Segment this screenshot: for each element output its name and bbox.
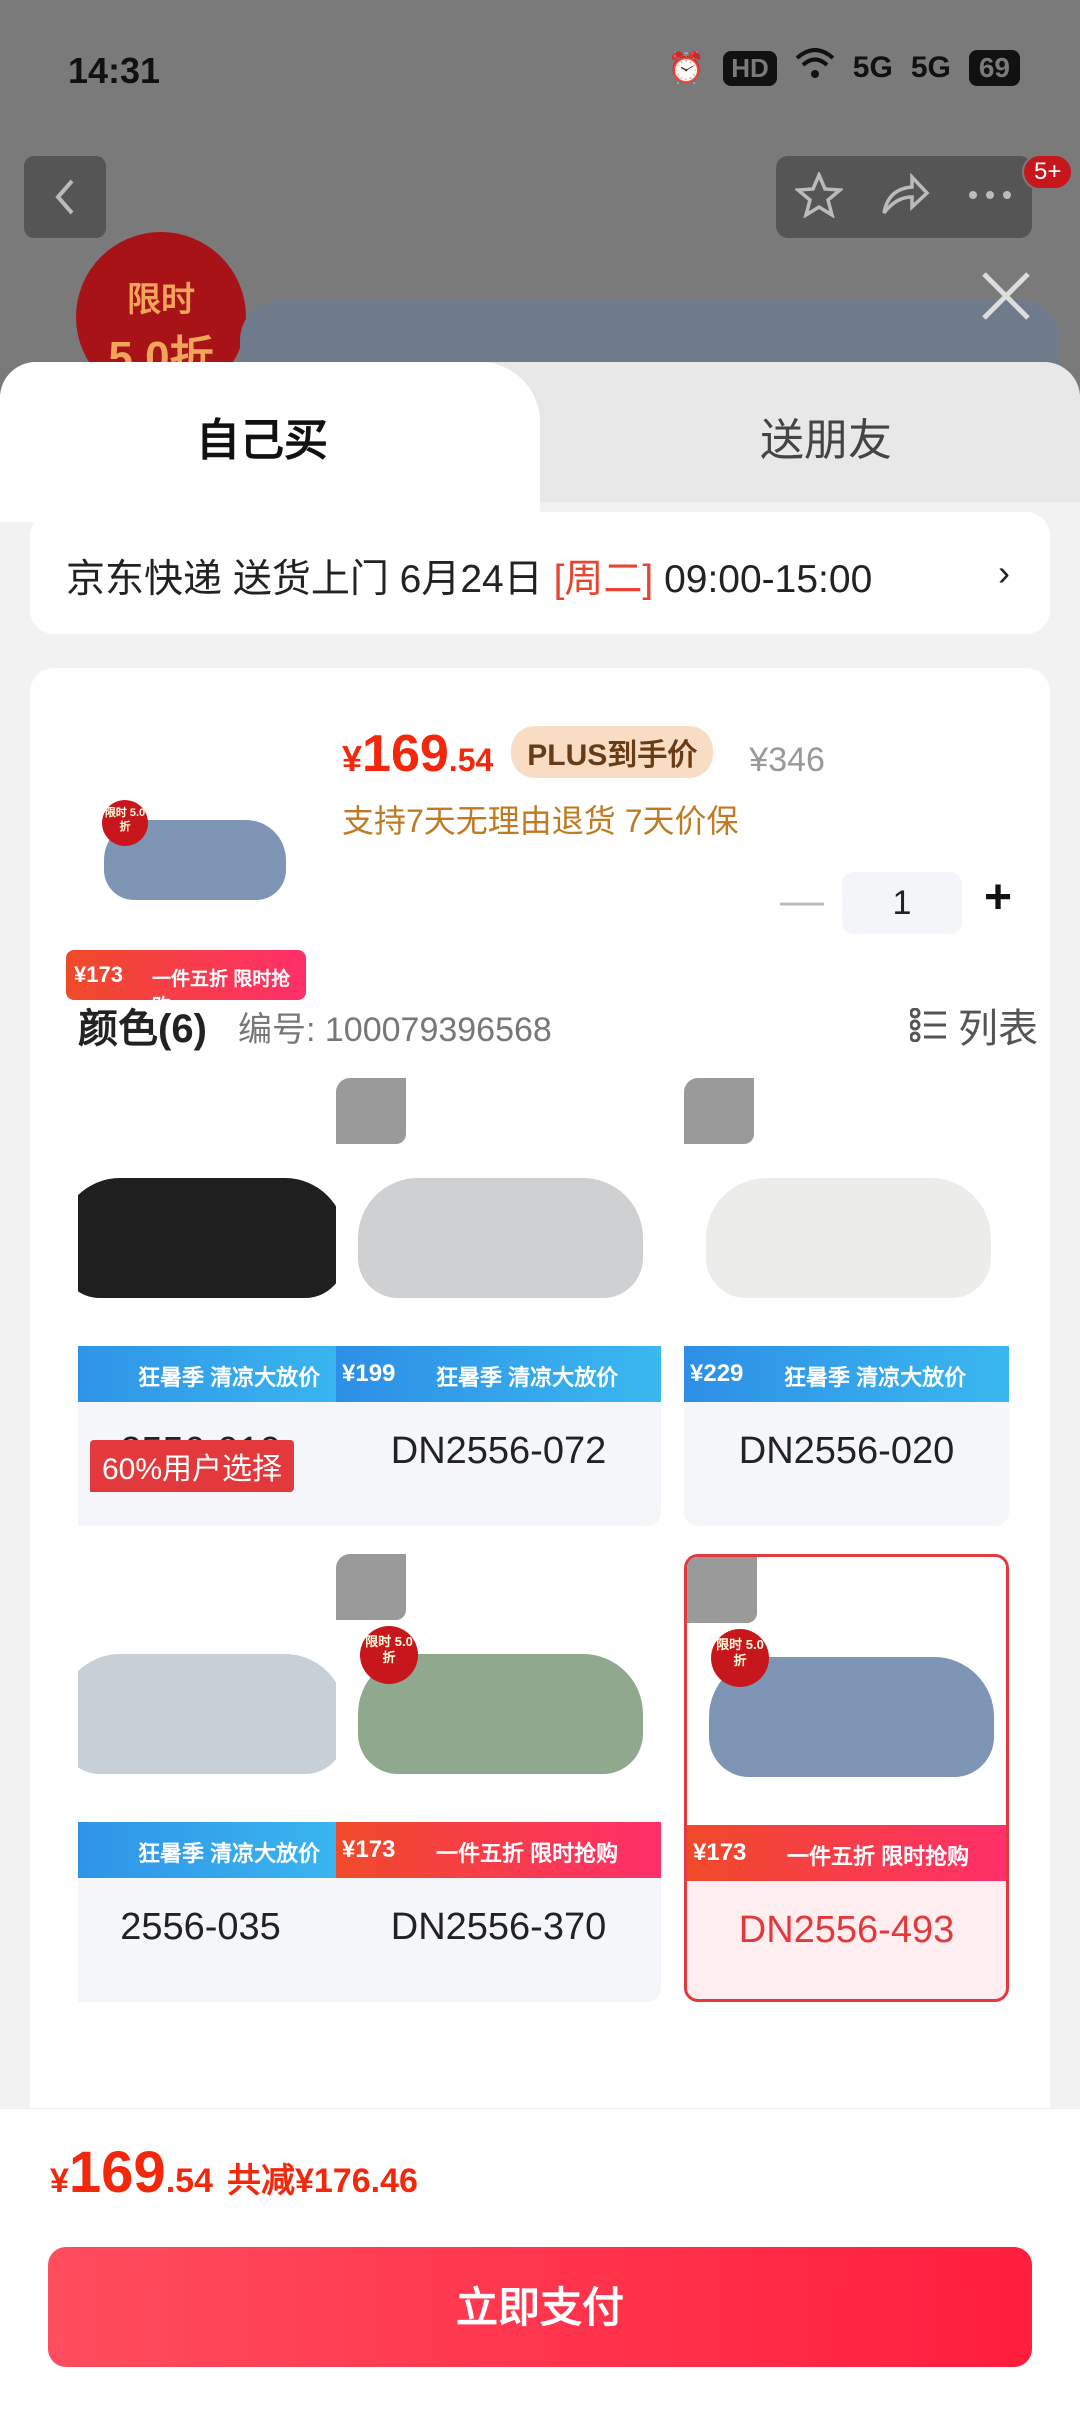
color-header: 颜色(6) 编号: 100079396568 列表 xyxy=(78,996,1038,1056)
chevron-left-icon xyxy=(55,179,74,215)
delivery-weekday: [周二] xyxy=(553,558,654,601)
back-button[interactable] xyxy=(24,156,106,238)
expand-icon[interactable] xyxy=(336,1554,406,1620)
share-icon xyxy=(882,172,930,214)
variant-promo-banner: 狂暑季 清凉大放价 xyxy=(78,1346,363,1402)
share-button[interactable] xyxy=(880,172,930,222)
tab-gift-to-friend[interactable]: 送朋友 xyxy=(760,404,892,468)
delivery-info[interactable]: 京东快递 送货上门 6月24日 [周二] 09:00-15:00 › xyxy=(30,512,1050,634)
list-view-label: 列表 xyxy=(958,1007,1038,1051)
flash-sale-mini-badge: 限时 5.0折 xyxy=(102,800,148,846)
current-price: ¥169.54 xyxy=(342,725,494,783)
decrease-button[interactable]: — xyxy=(778,876,826,926)
tab-bar: 自己买 送朋友 xyxy=(0,362,1080,522)
variant-image xyxy=(78,1178,345,1298)
pay-now-button[interactable]: 立即支付 xyxy=(48,2247,1032,2367)
variant-code: DN2556-072 xyxy=(390,1430,607,1472)
variant-promo-banner: ¥173 一件五折 限时抢购 xyxy=(687,1825,1006,1881)
plus-price-tag: PLUS到手价 xyxy=(511,726,714,778)
message-badge: 5+ xyxy=(1022,154,1074,190)
wifi-icon xyxy=(795,48,835,88)
total-price: ¥169.54 共减¥176.46 xyxy=(50,2140,418,2205)
color-title: 颜色(6) xyxy=(78,1007,207,1051)
variant-code: DN2556-370 xyxy=(390,1906,607,1948)
flash-sale-mini-badge: 限时 5.0折 xyxy=(360,1626,418,1684)
flash-sale-top: 限时 xyxy=(127,281,195,319)
signal-icon: 5G xyxy=(852,51,893,84)
more-button[interactable] xyxy=(967,188,1013,206)
service-promises: 支持7天无理由退货 7天价保 xyxy=(342,803,739,839)
variant-grid: 狂暑季 清凉大放价 2556-010 ¥199狂暑季 清凉大放价 DN2556-… xyxy=(78,1078,1018,2018)
quantity-input[interactable]: 1 xyxy=(842,872,962,934)
close-icon xyxy=(982,272,1030,320)
flash-sale-mini-badge: 限时 5.0折 xyxy=(711,1629,769,1687)
more-icon xyxy=(969,191,1012,199)
original-price: ¥346 xyxy=(749,741,825,779)
expand-icon[interactable] xyxy=(336,1078,406,1144)
variant-tile-selected[interactable]: 限时 5.0折 ¥173 一件五折 限时抢购 DN2556-493 xyxy=(684,1554,1009,2002)
increase-button[interactable]: + xyxy=(974,870,1022,925)
top-actions xyxy=(776,156,1032,238)
variant-tile[interactable]: ¥199 狂暑季 清凉大放价 DN2556-072 xyxy=(336,1078,661,1526)
list-icon xyxy=(910,1008,946,1042)
thumbnail-promo-banner: ¥173 一件五折 限时抢购 xyxy=(66,950,306,1017)
variant-image xyxy=(358,1178,643,1298)
variant-promo-banner: 狂暑季 清凉大放价 xyxy=(78,1822,363,1878)
variant-code: DN2556-020 xyxy=(738,1430,955,1472)
product-thumbnail[interactable]: 限时 5.0折 xyxy=(66,764,306,934)
status-time: 14:31 xyxy=(68,50,161,91)
variant-promo-banner: ¥229 狂暑季 清凉大放价 xyxy=(684,1346,1009,1402)
purchase-sheet: 自己买 送朋友 京东快递 送货上门 6月24日 [周二] 09:00-15:00… xyxy=(0,362,1080,2412)
tab-buy-for-self[interactable]: 自己买 xyxy=(196,404,328,468)
favorite-button[interactable] xyxy=(793,170,845,223)
signal-icon-2: 5G xyxy=(910,51,951,84)
delivery-time-window: 09:00-15:00 xyxy=(653,558,873,601)
variant-image xyxy=(706,1178,991,1298)
variant-promo-banner: ¥199 狂暑季 清凉大放价 xyxy=(336,1346,661,1402)
sku-number: 编号: 100079396568 xyxy=(238,1011,552,1049)
status-bar: 14:31 ⏰ HD 5G 5G 69 xyxy=(0,0,1080,140)
close-button[interactable] xyxy=(976,266,1036,326)
variant-code: 2556-035 xyxy=(120,1906,281,1948)
variant-image xyxy=(78,1654,345,1774)
chevron-right-icon: › xyxy=(998,552,1010,593)
checkout-bar: ¥169.54 共减¥176.46 立即支付 xyxy=(0,2108,1080,2412)
variant-code: DN2556-493 xyxy=(738,1909,955,1951)
price-row: ¥169.54 PLUS到手价 ¥346 xyxy=(342,724,825,784)
product-card: 限时 5.0折 ¥173 一件五折 限时抢购 ¥169.54 PLUS到手价 ¥… xyxy=(30,668,1050,2148)
list-view-toggle[interactable]: 列表 xyxy=(910,996,1038,1054)
delivery-carrier: 京东快递 送货上门 6月24日 xyxy=(66,558,554,601)
variant-tile[interactable]: 狂暑季 清凉大放价 2556-035 xyxy=(78,1554,363,2002)
battery-icon: 69 xyxy=(968,50,1020,86)
total-savings: 共减¥176.46 xyxy=(226,2162,418,2200)
expand-icon[interactable] xyxy=(684,1078,754,1144)
thumbnail-banner-price: ¥173 xyxy=(74,962,123,987)
variant-promo-banner: ¥173 一件五折 限时抢购 xyxy=(336,1822,661,1878)
status-icons: ⏰ HD 5G 5G 69 xyxy=(668,48,1020,88)
alarm-icon: ⏰ xyxy=(667,51,706,85)
star-icon xyxy=(793,170,845,219)
variant-tile[interactable]: ¥229 狂暑季 清凉大放价 DN2556-020 xyxy=(684,1078,1009,1526)
variant-tile[interactable]: 限时 5.0折 ¥173 一件五折 限时抢购 DN2556-370 xyxy=(336,1554,661,2002)
expand-icon[interactable] xyxy=(687,1557,757,1623)
popular-choice-tag: 60%用户选择 xyxy=(90,1440,295,1492)
hd-icon: HD xyxy=(723,50,777,86)
delivery-text: 京东快递 送货上门 6月24日 [周二] 09:00-15:00 xyxy=(66,548,872,604)
quantity-stepper: — 1 + xyxy=(778,871,1018,934)
